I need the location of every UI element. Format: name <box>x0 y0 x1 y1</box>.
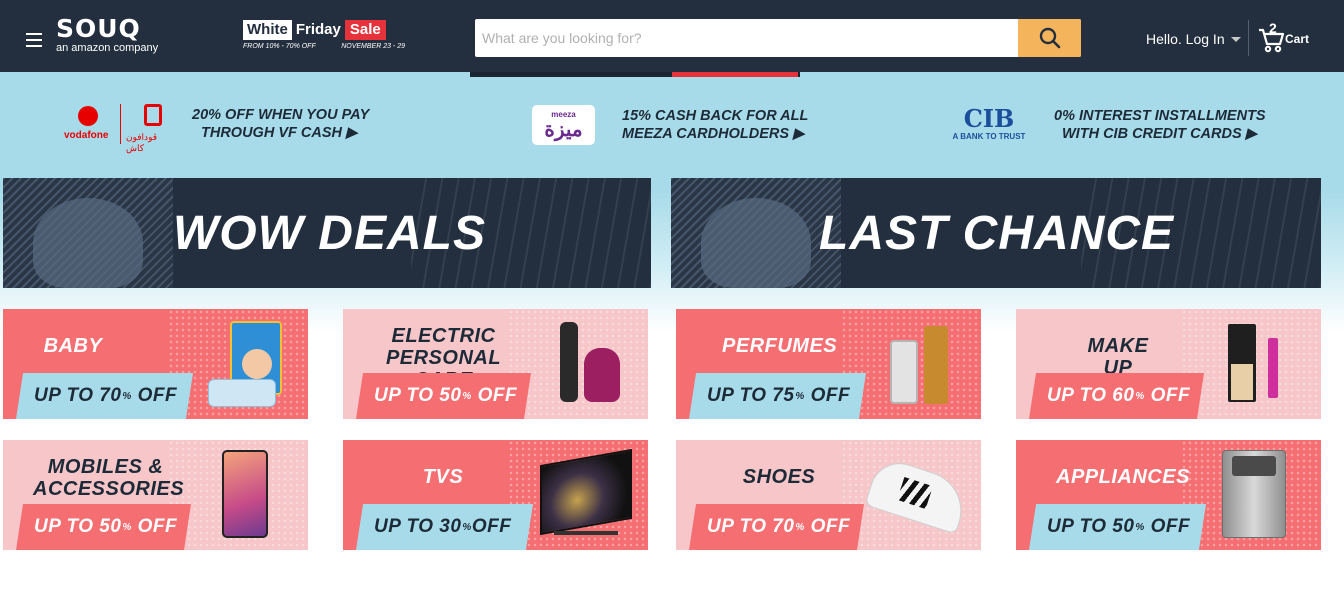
category-offer: UP TO 30% OFF <box>356 504 533 550</box>
souq-logo[interactable]: SOUQ an amazon company <box>56 14 159 55</box>
promo-cib[interactable]: CIB A BANK TO TRUST 0% INTEREST INSTALLM… <box>946 106 1266 146</box>
category-offer: UP TO 60% OFF <box>1029 373 1204 419</box>
banner-title: LAST CHANCE <box>819 207 1174 260</box>
sneaker-image <box>864 455 972 535</box>
sale-word-white: White <box>243 19 292 40</box>
search-icon <box>1039 27 1060 49</box>
sale-discount-range: FROM 10% - 70% OFF <box>243 43 316 50</box>
top-header: SOUQ an amazon company White Friday Sale… <box>0 0 1344 72</box>
foundation-mascara-image <box>1228 324 1296 402</box>
category-offer: UP TO 50% OFF <box>356 373 531 419</box>
vodafone-mark-icon <box>78 106 98 126</box>
comic-face-art <box>671 178 841 288</box>
white-friday-badge[interactable]: White Friday Sale FROM 10% - 70% OFF NOV… <box>243 19 405 55</box>
cart-count-badge: 2 <box>1269 20 1277 36</box>
category-name: MAKE UP <box>1087 335 1149 379</box>
trimmer-epilator-image <box>560 322 622 404</box>
search-bar <box>475 19 1081 57</box>
header-divider <box>1248 20 1249 56</box>
category-name: BABY <box>43 335 103 357</box>
category-offer: UP TO 50% OFF <box>16 504 191 550</box>
cib-logo: CIB A BANK TO TRUST <box>952 104 1026 142</box>
chevron-down-icon <box>1230 37 1241 42</box>
login-label: Hello. Log In <box>1146 31 1225 47</box>
logo-wordmark: SOUQ <box>56 14 141 43</box>
promo-text: 15% CASH BACK FOR ALL MEEZA CARDHOLDERS … <box>622 108 809 142</box>
category-name: TVS <box>422 466 464 488</box>
banner-title: WOW DEALS <box>173 207 486 260</box>
search-input[interactable] <box>475 19 1018 57</box>
sale-word-friday: Friday <box>295 21 341 38</box>
smartphone-image <box>222 450 268 538</box>
comic-face-art <box>3 178 173 288</box>
vodafone-brand: vodafone <box>64 130 109 141</box>
search-button[interactable] <box>1018 19 1081 57</box>
cart-button[interactable]: 2 Cart <box>1257 20 1329 56</box>
sale-dates: NOVEMBER 23 - 29 <box>341 43 405 50</box>
category-name: PERFUMES <box>722 335 838 357</box>
curved-tv-image <box>540 447 632 539</box>
meeza-logo: meeza ميزة <box>532 105 595 145</box>
vodafone-cash-logo: vodafone ڤودافون كاش <box>64 104 176 153</box>
cart-label: Cart <box>1285 32 1310 46</box>
diaper-pack-image <box>208 321 286 407</box>
perfume-bottles-image <box>890 326 952 404</box>
logo-subtitle: an amazon company <box>56 42 159 54</box>
wow-deals-banner[interactable]: WOW DEALS <box>3 178 651 288</box>
category-name: APPLIANCES <box>1056 466 1190 488</box>
category-offer: UP TO 50% OFF <box>1029 504 1206 550</box>
category-name: SHOES <box>742 466 816 488</box>
hamburger-menu-icon[interactable] <box>26 33 42 47</box>
sale-word-sale: Sale <box>344 19 386 40</box>
promo-text: 20% OFF WHEN YOU PAY THROUGH VF CASH ▶ <box>192 107 370 141</box>
category-offer: UP TO 75% OFF <box>689 373 866 419</box>
category-name: MOBILES & ACCESSORIES <box>33 456 185 500</box>
last-chance-banner[interactable]: LAST CHANCE <box>671 178 1321 288</box>
category-offer: UP TO 70% OFF <box>689 504 864 550</box>
hero-banner-edge-red <box>672 72 798 77</box>
promo-text: 0% INTEREST INSTALLMENTS WITH CIB CREDIT… <box>1054 108 1266 142</box>
login-link[interactable]: Hello. Log In <box>1146 31 1241 47</box>
washing-machine-image <box>1222 450 1286 538</box>
promo-meeza[interactable]: meeza ميزة 15% CASH BACK FOR ALL MEEZA C… <box>532 105 808 145</box>
category-offer: UP TO 70% OFF <box>16 373 193 419</box>
phone-icon <box>144 104 162 126</box>
vodafone-cash-ar: ڤودافون كاش <box>126 132 158 153</box>
promo-vf-cash[interactable]: vodafone ڤودافون كاش 20% OFF WHEN YOU PA… <box>64 104 370 153</box>
